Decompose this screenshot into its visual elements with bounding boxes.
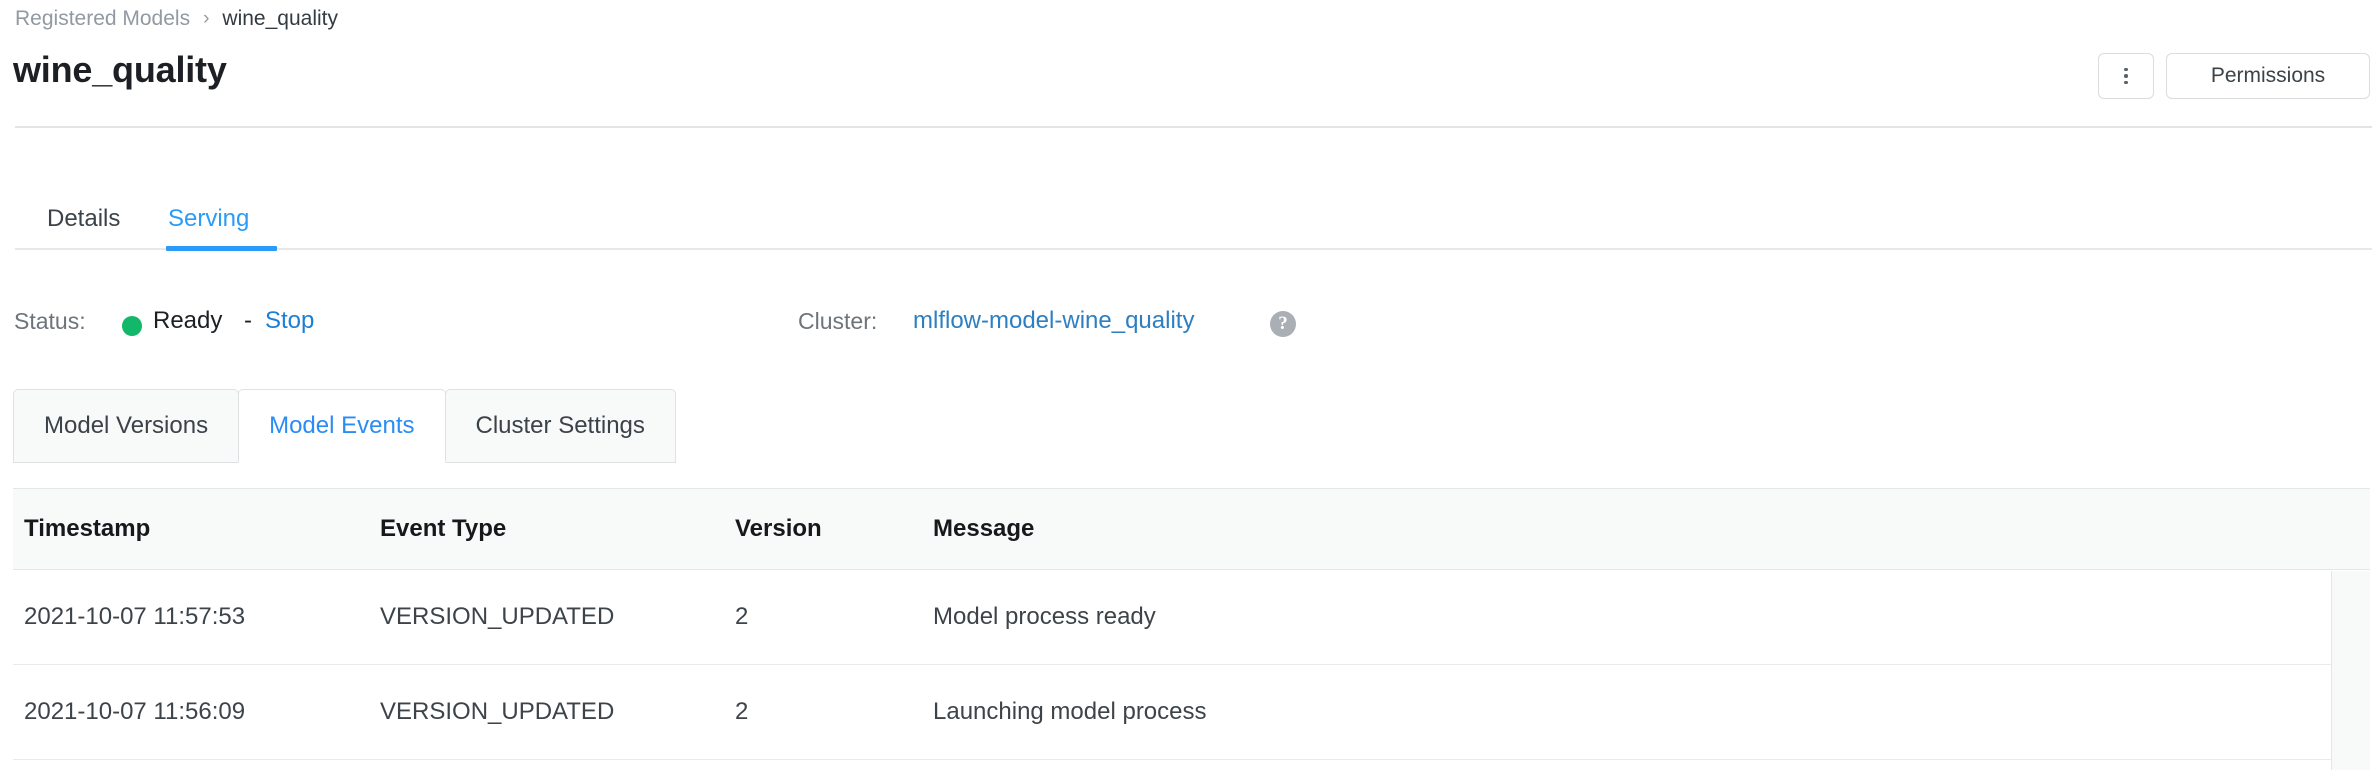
help-icon[interactable]: ? bbox=[1270, 311, 1296, 337]
cell-version: 2 bbox=[735, 603, 748, 631]
header-divider bbox=[15, 126, 2372, 128]
header-actions: Permissions bbox=[2098, 53, 2370, 99]
breadcrumb-registered-models[interactable]: Registered Models bbox=[15, 5, 190, 33]
column-header-version: Version bbox=[735, 515, 822, 543]
primary-tabs: Details Serving bbox=[0, 190, 2372, 250]
tab-serving[interactable]: Serving bbox=[168, 190, 249, 248]
status-separator: - bbox=[244, 307, 252, 335]
stop-serving-link[interactable]: Stop bbox=[265, 307, 314, 335]
cluster-label: Cluster: bbox=[798, 308, 877, 335]
status-value: Ready bbox=[153, 307, 222, 335]
breadcrumb-current: wine_quality bbox=[222, 5, 338, 33]
cell-message: Model process ready bbox=[933, 603, 1156, 631]
cell-message: Launching model process bbox=[933, 698, 1207, 726]
table-vertical-scrollbar[interactable] bbox=[2331, 571, 2370, 770]
serving-status-row: Status: Ready - Stop Cluster: mlflow-mod… bbox=[0, 302, 2372, 342]
cell-timestamp: 2021-10-07 11:56:09 bbox=[24, 698, 245, 726]
subtab-model-events[interactable]: Model Events bbox=[238, 389, 445, 463]
cell-event-type: VERSION_UPDATED bbox=[380, 603, 614, 631]
table-row[interactable]: 2021-10-07 11:57:53 VERSION_UPDATED 2 Mo… bbox=[13, 570, 2370, 665]
permissions-button[interactable]: Permissions bbox=[2166, 53, 2370, 99]
primary-tabs-baseline bbox=[15, 248, 2372, 250]
overflow-menu-button[interactable] bbox=[2098, 53, 2154, 99]
page-title: wine_quality bbox=[13, 47, 227, 93]
column-header-timestamp: Timestamp bbox=[24, 515, 150, 543]
serving-subtabs: Model Versions Model Events Cluster Sett… bbox=[13, 389, 675, 464]
cell-event-type: VERSION_UPDATED bbox=[380, 698, 614, 726]
subtab-model-versions[interactable]: Model Versions bbox=[13, 389, 239, 463]
breadcrumb: Registered Models › wine_quality bbox=[15, 5, 338, 33]
tab-details[interactable]: Details bbox=[47, 190, 120, 248]
tab-serving-active-indicator bbox=[166, 246, 277, 251]
table-row[interactable]: 2021-10-07 11:56:09 VERSION_UPDATED 2 La… bbox=[13, 665, 2370, 760]
subtab-cluster-settings[interactable]: Cluster Settings bbox=[445, 389, 676, 463]
table-header-row: Timestamp Event Type Version Message bbox=[13, 488, 2370, 570]
column-header-event-type: Event Type bbox=[380, 515, 506, 543]
table-viewport: Timestamp Event Type Version Message 202… bbox=[13, 488, 2370, 770]
cluster-name-link[interactable]: mlflow-model-wine_quality bbox=[913, 307, 1194, 335]
column-header-message: Message bbox=[933, 515, 1034, 543]
chevron-right-icon: › bbox=[203, 5, 209, 33]
page-header: wine_quality Permissions bbox=[0, 47, 2372, 105]
cell-version: 2 bbox=[735, 698, 748, 726]
status-label: Status: bbox=[14, 308, 86, 335]
cell-timestamp: 2021-10-07 11:57:53 bbox=[24, 603, 245, 631]
kebab-icon bbox=[2124, 68, 2128, 85]
status-indicator-dot-icon bbox=[122, 316, 142, 336]
